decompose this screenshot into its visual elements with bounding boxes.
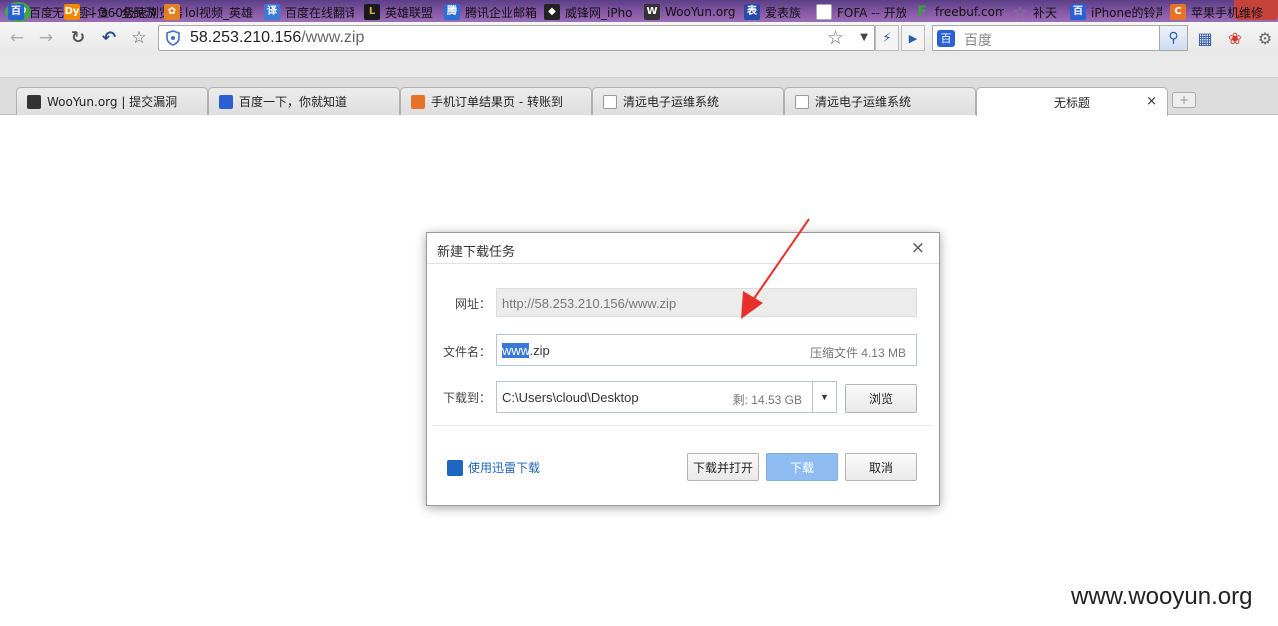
tab-order-result[interactable]: 手机订单结果页 - 转账到 — [400, 87, 592, 115]
address-dropdown-icon[interactable]: ▼ — [860, 32, 868, 43]
download-url-field: http://58.253.210.156/www.zip — [496, 288, 917, 317]
page-icon — [603, 94, 617, 109]
filename-extension: .zip — [529, 343, 550, 358]
butian-icon: ☆ — [1013, 3, 1027, 21]
url-label: 网址： — [454, 297, 491, 311]
address-url[interactable]: 58.253.210.156/www.zip — [190, 29, 364, 47]
reload-button[interactable]: ↻ — [67, 27, 89, 49]
douyu-icon: Dy — [64, 4, 80, 20]
freebuf-icon: F — [917, 4, 927, 20]
bookmark-item[interactable]: 表爱表族 — [744, 3, 806, 21]
search-icon: ⚲ — [1168, 30, 1179, 46]
wooyun-icon — [27, 94, 41, 109]
league-icon: L — [364, 4, 380, 20]
tab-untitled-active[interactable]: 无标题 × — [976, 87, 1168, 116]
xunlei-icon — [447, 459, 463, 476]
speed-mode-button[interactable]: ⚡ — [875, 25, 899, 51]
bookmark-item[interactable]: W WooYun.org — [644, 3, 736, 21]
tab-wooyun[interactable]: WooYun.org | 提交漏洞 — [16, 87, 208, 115]
bookmark-item[interactable]: Dy 斗鱼 - 全民游 — [64, 3, 156, 21]
bookmark-item[interactable]: 腾腾讯企业邮箱 — [444, 3, 536, 21]
apps-grid-icon[interactable]: ▦ — [1194, 27, 1216, 49]
aibiaozu-icon: 表 — [744, 4, 760, 20]
save-path-value: C:\Users\cloud\Desktop — [502, 390, 639, 405]
search-button[interactable]: ⚲ — [1159, 26, 1187, 50]
filename-selection: www — [502, 343, 530, 358]
security-shield-icon — [166, 30, 180, 46]
extension-logo-icon[interactable]: ❀ — [1224, 27, 1246, 49]
forward-arrow-icon: → — [38, 28, 54, 48]
play-icon: ▶ — [908, 31, 918, 45]
file-size-info: 压缩文件 4.13 MB — [809, 346, 906, 360]
bookmark-item[interactable]: 百 iPhone的铃声 — [1070, 3, 1162, 21]
baidu-icon: 百 — [8, 4, 24, 20]
bookmark-item[interactable]: Ffreebuf.com — [914, 3, 1004, 21]
baidu-icon — [219, 94, 233, 109]
forward-button[interactable]: → — [35, 27, 57, 49]
free-space-info: 剩: 14.53 GB — [732, 393, 802, 407]
address-bar[interactable]: 58.253.210.156/www.zip ☆ ▼ — [158, 25, 875, 51]
bookmark-item[interactable]: ☆ 补天 — [1012, 3, 1062, 21]
bookmark-item[interactable]: 百百度 — [8, 3, 58, 21]
bookmarks-bar — [0, 54, 1278, 78]
bookmark-item[interactable]: FOFA -- 开放 — [816, 3, 906, 21]
wooyun-icon: W — [644, 4, 660, 20]
baidu-paw-icon[interactable]: 百 — [937, 30, 955, 47]
favorites-button[interactable]: ☆ — [128, 27, 150, 49]
filename-input[interactable]: www.zip 压缩文件 4.13 MB — [496, 334, 917, 366]
bolt-icon: ⚡ — [882, 30, 892, 46]
dialog-title: 新建下载任务 — [437, 245, 516, 260]
favorites-star-icon: ☆ — [131, 28, 147, 48]
reload-icon: ↻ — [70, 28, 86, 48]
annotation-arrow-icon — [741, 218, 810, 319]
undo-close-button[interactable]: ↶ — [98, 27, 120, 49]
page-icon — [795, 94, 809, 109]
payment-icon — [411, 94, 425, 109]
browse-button[interactable]: 浏览 — [845, 384, 917, 413]
dialog-close-icon[interactable]: × — [911, 238, 925, 258]
tab-baidu[interactable]: 百度一下，你就知道 — [208, 87, 400, 115]
bookmark-item[interactable]: C 苹果手机维修 — [1170, 3, 1270, 21]
download-and-open-button[interactable]: 下载并打开 — [687, 453, 759, 481]
bookmark-item[interactable]: ◆ 威锋网_iPho — [544, 3, 634, 21]
weiphone-icon: ◆ — [544, 4, 560, 20]
divider — [433, 425, 933, 426]
bookmark-item[interactable]: ✿ lol视频_英雄 — [164, 3, 254, 21]
undo-icon: ↶ — [101, 28, 117, 48]
divider — [427, 263, 939, 264]
save-path-dropdown-icon[interactable]: ▼ — [812, 382, 836, 412]
bookmark-item[interactable]: 译百度在线翻译 — [264, 3, 354, 21]
url-host: 58.253.210.156 — [190, 29, 302, 46]
back-arrow-icon: ← — [9, 28, 25, 48]
save-to-label: 下载到： — [442, 391, 491, 405]
bookmark-item[interactable]: L 英雄联盟 — [364, 3, 439, 21]
save-path-input[interactable]: C:\Users\cloud\Desktop 剩: 14.53 GB ▼ — [496, 381, 837, 413]
new-tab-button[interactable]: + — [1172, 92, 1196, 108]
back-button[interactable]: ← — [6, 27, 28, 49]
new-download-dialog: 新建下载任务 × 网址： http://58.253.210.156/www.z… — [426, 232, 940, 506]
watermark-text: www.wooyun.org — [1071, 583, 1253, 610]
filename-label: 文件名： — [442, 345, 491, 359]
lol-video-icon: ✿ — [164, 4, 180, 20]
bookmark-star-icon[interactable]: ☆ — [827, 27, 844, 49]
use-xunlei-link[interactable]: 使用迅雷下载 — [447, 459, 540, 476]
go-button[interactable]: ▶ — [901, 25, 925, 51]
search-placeholder: 百度 — [964, 33, 992, 49]
search-box[interactable]: 百 百度 ⚲ — [932, 25, 1188, 51]
tab-qingyuan-2[interactable]: 清远电子运维系统 — [784, 87, 976, 115]
download-button[interactable]: 下载 — [766, 453, 838, 481]
apple-repair-icon: C — [1170, 4, 1186, 20]
settings-icon[interactable]: ⚙ — [1254, 27, 1276, 49]
translate-icon: 译 — [264, 4, 280, 20]
baidu-icon: 百 — [1070, 4, 1086, 20]
tab-qingyuan-1[interactable]: 清远电子运维系统 — [592, 87, 784, 115]
tencent-mail-icon: 腾 — [444, 4, 460, 20]
tab-close-icon[interactable]: × — [1146, 94, 1157, 109]
page-icon — [816, 4, 832, 20]
url-path: /www.zip — [301, 29, 365, 46]
cancel-button[interactable]: 取消 — [845, 453, 917, 481]
